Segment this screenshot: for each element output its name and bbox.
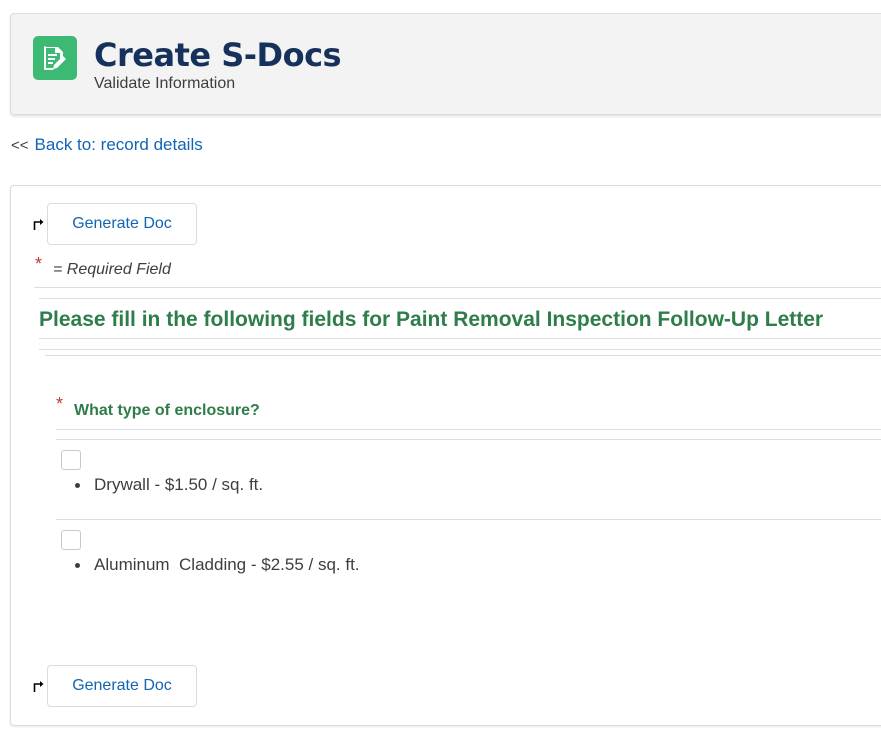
question-label: What type of enclosure? [74, 402, 260, 419]
page-header: Create S-Docs Validate Information [10, 13, 881, 115]
required-field-legend: = Required Field [53, 261, 171, 278]
divider [39, 298, 881, 299]
divider [34, 287, 881, 288]
question-required-asterisk: * [56, 394, 64, 414]
back-link[interactable]: << Back to: record details [11, 135, 203, 155]
divider [56, 519, 881, 520]
generate-doc-button[interactable]: Generate Doc [47, 203, 197, 245]
generate-doc-row-bottom: Generate Doc [33, 665, 197, 707]
redirect-arrow-icon [33, 679, 45, 693]
bullet [75, 482, 80, 488]
back-arrows: << [11, 137, 29, 154]
divider [45, 355, 881, 356]
divider [39, 349, 881, 350]
divider [56, 429, 881, 430]
option-drywall: Drywall - $1.50 / sq. ft. [75, 475, 263, 495]
option-label: Drywall - $1.50 / sq. ft. [94, 475, 264, 494]
aluminum-cladding-checkbox[interactable] [61, 530, 81, 550]
bullet [75, 562, 80, 568]
document-edit-icon [33, 36, 77, 80]
section-title: Please fill in the following fields for … [39, 308, 824, 331]
option-label: Aluminum Cladding - $2.55 / sq. ft. [94, 555, 360, 574]
page-subtitle: Validate Information [94, 75, 236, 92]
divider [39, 338, 881, 339]
generate-doc-button[interactable]: Generate Doc [47, 665, 197, 707]
option-aluminum-cladding: Aluminum Cladding - $2.55 / sq. ft. [75, 555, 360, 575]
required-asterisk: * [35, 254, 43, 274]
generate-doc-row-top: Generate Doc [33, 203, 197, 245]
form-card: Generate Doc * = Required Field Please f… [10, 185, 881, 726]
page-title: Create S-Docs [94, 36, 342, 74]
divider [56, 439, 881, 440]
back-link-label[interactable]: Back to: record details [35, 135, 203, 154]
redirect-arrow-icon [33, 217, 45, 231]
drywall-checkbox[interactable] [61, 450, 81, 470]
